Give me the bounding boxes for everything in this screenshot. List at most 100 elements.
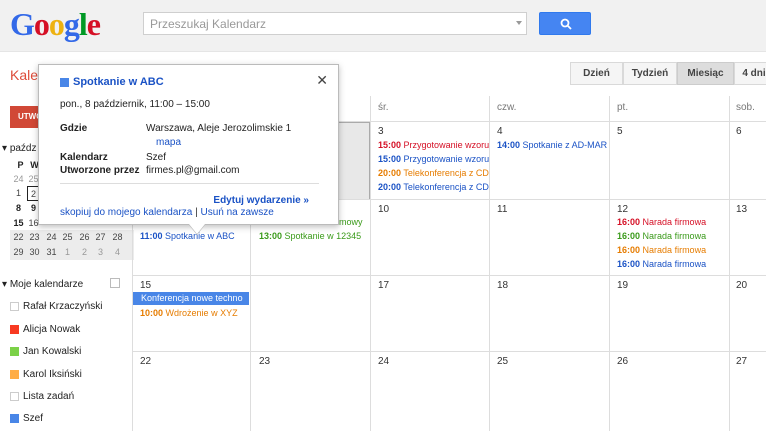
edit-event-link[interactable]: Edytuj wydarzenie » [213,195,309,206]
create-button[interactable]: UTWÓRZ [10,106,53,128]
popup-actions: skopiuj do mojego kalendarza | Usuń na z… [60,207,274,218]
minical-day[interactable]: 29 [12,245,25,260]
calendar-name: Alicja Nowak [23,324,81,335]
calendar-item[interactable]: Jan Kowalski [10,347,81,361]
search-button[interactable] [539,12,591,35]
grid-line [489,96,490,431]
app-title: Kalendarz [10,67,38,83]
event-title: Narada firmowa [642,259,707,269]
minical-day[interactable]: 4 [111,245,124,260]
day-number[interactable]: 10 [378,204,389,215]
day-number[interactable]: 23 [259,356,270,367]
search-input[interactable]: Przeszukaj Kalendarz [143,12,527,35]
grid-line [729,96,730,431]
day-number[interactable]: 6 [736,126,742,137]
calendar-event[interactable]: 16:00 Narada firmowa [617,258,729,271]
view-4days-button[interactable]: 4 dni [734,62,766,85]
calendar-event[interactable]: mowy [339,216,370,229]
popup-title[interactable]: Spotkanie w ABC [73,76,164,88]
day-number[interactable]: 4 [497,126,503,137]
minical-day[interactable]: 23 [28,230,41,245]
minical-day[interactable]: 31 [45,245,58,260]
calendar-event[interactable]: 16:00 Narada firmowa [617,244,729,257]
my-calendars-header[interactable]: ▾ Moje kalendarze [2,279,83,290]
calendar-event[interactable]: 10:00 Wdrożenie w XYZ [140,307,250,320]
day-number[interactable]: 24 [378,356,389,367]
view-month-button[interactable]: Miesiąc [677,62,734,85]
minical-day[interactable]: 24 [45,230,58,245]
grid-line [609,96,610,431]
all-day-event[interactable]: Konferencja nowe techno [133,292,249,305]
calendar-event[interactable]: 20:00 Telekonferencja z CD [378,181,489,194]
calendar-color-swatch[interactable] [10,392,19,401]
event-time: 20:00 [378,182,402,192]
day-number[interactable]: 17 [378,280,389,291]
calendar-color-swatch[interactable] [10,347,19,356]
day-number[interactable]: 20 [736,280,747,291]
calendar-color-swatch[interactable] [10,302,19,311]
chevron-down-icon[interactable] [60,78,69,87]
day-number[interactable]: 11 [497,204,507,215]
minical-day[interactable]: 26 [78,230,91,245]
day-number[interactable]: 25 [497,356,508,367]
day-number[interactable]: 22 [140,356,151,367]
copy-to-calendar-link[interactable]: skopiuj do mojego kalendarza [60,207,192,218]
calendar-color-swatch[interactable] [10,370,19,379]
chevron-down-icon[interactable] [516,21,522,25]
minical-day[interactable]: 22 [12,230,25,245]
grid-line [370,96,371,431]
minical-day[interactable]: 3 [94,245,107,260]
calendar-event[interactable]: 13:00 Spotkanie w 12345 [259,230,370,243]
view-day-button[interactable]: Dzień [570,62,623,85]
event-title: Przygotowanie wzoru [403,140,489,150]
minical-header[interactable]: ▾ paźdz [2,143,37,154]
event-title: Spotkanie w 12345 [284,231,362,241]
day-number[interactable]: 18 [497,280,508,291]
event-time: 15:00 [378,154,402,164]
chevron-down-icon[interactable] [110,278,120,288]
day-number[interactable]: 19 [617,280,628,291]
search-placeholder: Przeszukaj Kalendarz [150,17,267,31]
day-number[interactable]: 5 [617,126,623,137]
day-number[interactable]: 15 [140,280,151,291]
minical-weekday: P [17,160,24,170]
minical-day[interactable]: 24 [12,172,25,187]
minical-day[interactable]: 27 [94,230,107,245]
map-link[interactable]: mapa [156,137,181,148]
day-number[interactable]: 3 [378,126,384,137]
calendar-color-swatch[interactable] [10,414,19,423]
day-number[interactable]: 12 [617,204,628,215]
calendar-event[interactable]: 14:00 Spotkanie z AD-MAR [497,139,609,152]
calendar-event[interactable]: 16:00 Narada firmowa [617,230,729,243]
delete-forever-link[interactable]: Usuń na zawsze [200,207,273,218]
calendar-item[interactable]: Szef [10,414,43,428]
calendar-color-swatch[interactable] [10,325,19,334]
minical-day[interactable]: 30 [28,245,41,260]
weekday-header: śr. [378,102,389,113]
calendar-event[interactable]: 20:00 Telekonferencja z CD [378,167,489,180]
day-number[interactable]: 13 [736,204,747,215]
minical-day[interactable]: 8 [12,201,25,216]
calendar-item[interactable]: Rafał Krzaczyński [10,302,102,316]
calendar-name: Karol Iksiński [23,369,82,380]
calendar-event[interactable]: 15:00 Przygotowanie wzoru [378,153,489,166]
calendar-value: Szef [146,152,167,163]
minical-day[interactable]: 28 [111,230,124,245]
weekday-header: sob. [736,102,755,113]
minical-day[interactable]: 25 [61,230,74,245]
day-number[interactable]: 27 [736,356,747,367]
calendar-event[interactable]: 15:00 Przygotowanie wzoru [378,139,489,152]
calendar-item[interactable]: Alicja Nowak [10,325,80,339]
event-title: Wdrożenie w XYZ [165,308,238,318]
calendar-item[interactable]: Lista zadań [10,392,74,406]
day-number[interactable]: 26 [617,356,628,367]
minical-day[interactable]: 15 [12,216,25,231]
minical-day[interactable]: 2 [78,245,91,260]
calendar-item[interactable]: Karol Iksiński [10,370,82,384]
google-logo[interactable]: Google [10,6,101,43]
minical-day[interactable]: 1 [12,186,25,201]
view-week-button[interactable]: Tydzień [623,62,677,85]
close-icon[interactable]: ✕ [316,72,328,89]
minical-day[interactable]: 1 [61,245,74,260]
calendar-event[interactable]: 16:00 Narada firmowa [617,216,729,229]
